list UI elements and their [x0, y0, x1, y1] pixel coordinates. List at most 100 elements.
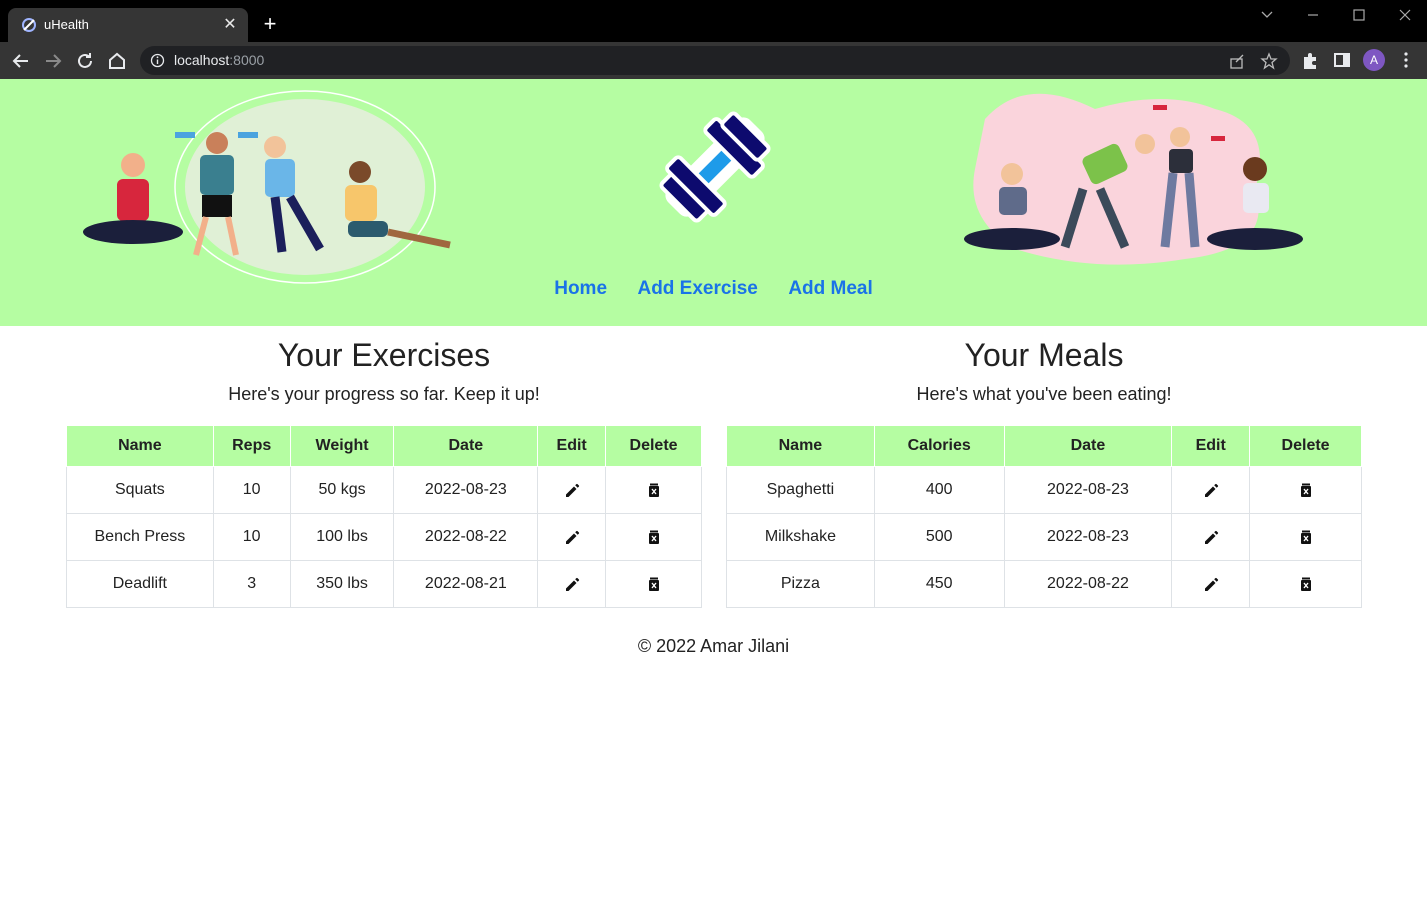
delete-cell	[1249, 466, 1362, 514]
nav-add-meal-link[interactable]: Add Meal	[788, 278, 872, 300]
url-text: localhost:8000	[174, 52, 264, 68]
browser-toolbar: localhost:8000 A	[0, 42, 1427, 79]
footer-copyright: © 2022 Amar Jilani	[637, 636, 790, 656]
site-info-icon[interactable]	[150, 53, 165, 68]
address-bar[interactable]: localhost:8000	[140, 46, 1290, 75]
delete-cell	[1249, 513, 1362, 561]
trash-icon[interactable]	[645, 481, 663, 499]
table-row: Squats 10 50 kgs 2022-08-23	[66, 466, 702, 514]
fitness-women-illustration	[964, 93, 1303, 265]
table-row: Milkshake 500 2022-08-23	[726, 513, 1362, 561]
col-header: Name	[726, 425, 875, 467]
exercise-weight: 350 lbs	[289, 560, 395, 608]
table-header-row: Name Reps Weight Date Edit Delete	[66, 425, 702, 467]
table-row: Bench Press 10 100 lbs 2022-08-22	[66, 513, 702, 561]
exercises-subtitle: Here's your progress so far. Keep it up!	[228, 384, 540, 404]
back-icon[interactable]	[8, 48, 34, 74]
table-header-row: Name Calories Date Edit Delete	[726, 425, 1362, 467]
bookmark-star-icon[interactable]	[1260, 52, 1278, 70]
browser-tab-strip: uHealth ✕ +	[0, 0, 1427, 42]
trash-icon[interactable]	[1297, 481, 1315, 499]
exercise-reps: 3	[212, 560, 291, 608]
meal-calories: 400	[873, 466, 1005, 514]
col-header: Delete	[1249, 425, 1362, 467]
table-row: Pizza 450 2022-08-22	[726, 560, 1362, 608]
meals-section: Your Meals Here's what you've been eatin…	[726, 337, 1362, 608]
menu-kebab-icon[interactable]	[1398, 51, 1414, 69]
edit-cell	[537, 466, 607, 514]
pencil-icon[interactable]	[1202, 575, 1220, 593]
minimize-icon[interactable]	[1298, 4, 1328, 26]
pencil-icon[interactable]	[563, 481, 581, 499]
pencil-icon[interactable]	[1202, 528, 1220, 546]
trash-icon[interactable]	[1297, 528, 1315, 546]
meal-name: Spaghetti	[726, 466, 875, 514]
pencil-icon[interactable]	[1202, 481, 1220, 499]
exercises-section: Your Exercises Here's your progress so f…	[66, 337, 702, 608]
hero-banner: Home Add Exercise Add Meal	[0, 79, 1427, 326]
meal-calories: 500	[873, 513, 1005, 561]
exercise-weight: 50 kgs	[289, 466, 395, 514]
exercise-name: Bench Press	[66, 513, 214, 561]
edit-cell	[1171, 513, 1251, 561]
exercises-table: Name Reps Weight Date Edit Delete Squats…	[66, 425, 702, 608]
dumbbell-logo-icon	[659, 111, 771, 223]
page: Home Add Exercise Add Meal Your Exercise…	[0, 79, 1427, 922]
exercise-date: 2022-08-23	[393, 466, 539, 514]
forward-icon[interactable]	[40, 48, 66, 74]
trash-icon[interactable]	[645, 528, 663, 546]
tab-search-icon[interactable]	[1252, 4, 1282, 26]
edit-cell	[537, 560, 607, 608]
table-row: Spaghetti 400 2022-08-23	[726, 466, 1362, 514]
browser-tab[interactable]: uHealth ✕	[8, 8, 248, 42]
trash-icon[interactable]	[645, 575, 663, 593]
side-panel-icon[interactable]	[1333, 51, 1351, 69]
exercise-name: Deadlift	[66, 560, 214, 608]
table-row: Deadlift 3 350 lbs 2022-08-21	[66, 560, 702, 608]
delete-cell	[605, 513, 702, 561]
meal-name: Milkshake	[726, 513, 875, 561]
meals-table: Name Calories Date Edit Delete Spaghetti…	[726, 425, 1362, 608]
exercise-name: Squats	[66, 466, 214, 514]
col-header: Reps	[212, 425, 291, 467]
favicon-icon	[22, 18, 36, 32]
pencil-icon[interactable]	[563, 575, 581, 593]
exercise-reps: 10	[212, 513, 291, 561]
exercises-title: Your Exercises	[277, 337, 491, 373]
extensions-icon[interactable]	[1300, 51, 1320, 71]
pencil-icon[interactable]	[563, 528, 581, 546]
col-header: Calories	[873, 425, 1005, 467]
url-host: localhost	[174, 52, 230, 68]
exercise-weight: 100 lbs	[289, 513, 395, 561]
exercise-people-illustration	[83, 90, 451, 284]
col-header: Date	[1003, 425, 1173, 467]
col-header: Name	[66, 425, 214, 467]
edit-cell	[1171, 560, 1251, 608]
col-header: Delete	[605, 425, 702, 467]
tab-title: uHealth	[44, 17, 89, 32]
tab-close-icon[interactable]: ✕	[220, 15, 240, 35]
meal-name: Pizza	[726, 560, 875, 608]
maximize-icon[interactable]	[1344, 4, 1374, 26]
reload-icon[interactable]	[72, 48, 98, 74]
home-icon[interactable]	[104, 48, 130, 74]
exercise-date: 2022-08-21	[393, 560, 539, 608]
new-tab-icon[interactable]: +	[258, 12, 282, 36]
col-header: Edit	[1171, 425, 1251, 467]
url-port: :8000	[229, 52, 265, 68]
exercise-reps: 10	[212, 466, 291, 514]
edit-cell	[1171, 466, 1251, 514]
nav-home-link[interactable]: Home	[554, 278, 607, 300]
edit-cell	[537, 513, 607, 561]
share-icon[interactable]	[1228, 52, 1246, 70]
nav-add-exercise-link[interactable]: Add Exercise	[637, 278, 757, 300]
profile-avatar[interactable]: A	[1363, 49, 1385, 71]
window-close-icon[interactable]	[1390, 4, 1420, 26]
col-header: Date	[393, 425, 539, 467]
meal-date: 2022-08-23	[1003, 513, 1173, 561]
trash-icon[interactable]	[1297, 575, 1315, 593]
exercise-date: 2022-08-22	[393, 513, 539, 561]
meal-date: 2022-08-22	[1003, 560, 1173, 608]
col-header: Edit	[537, 425, 607, 467]
meals-title: Your Meals	[964, 337, 1124, 373]
